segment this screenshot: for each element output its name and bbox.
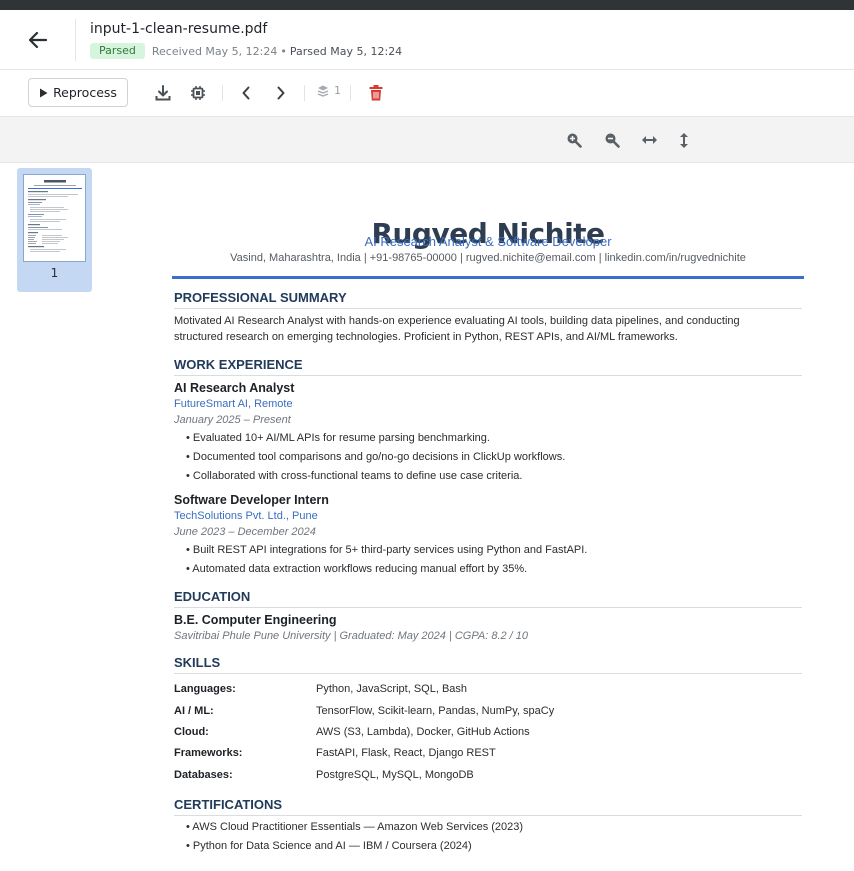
toolbar-separator bbox=[304, 85, 305, 101]
header-divider bbox=[75, 19, 76, 61]
meta-separator: • bbox=[280, 44, 287, 58]
trash-icon bbox=[369, 85, 383, 101]
thumbnail-page-preview bbox=[23, 174, 86, 262]
skill-category: Languages: bbox=[174, 683, 236, 695]
education-details: Savitribai Phule Pune University | Gradu… bbox=[174, 630, 529, 642]
parsed-time: Parsed May 5, 12:24 bbox=[289, 44, 403, 58]
skill-values: PostgreSQL, MySQL, MongoDB bbox=[316, 769, 474, 781]
resume-document: Rugved Nichite AI Research Analyst & Sof… bbox=[172, 165, 804, 871]
section-divider bbox=[174, 375, 802, 376]
reprocess-button[interactable]: Reprocess bbox=[28, 78, 128, 107]
section-title-work: WORK EXPERIENCE bbox=[174, 357, 303, 372]
section-title-education: EDUCATION bbox=[174, 589, 251, 604]
chip-icon bbox=[191, 86, 205, 100]
viewer-controls bbox=[0, 117, 854, 163]
zoom-out-button[interactable] bbox=[602, 130, 622, 150]
received-time: Received May 5, 12:24 bbox=[151, 44, 278, 58]
resume-headline: AI Research Analyst & Software Developer bbox=[364, 234, 612, 249]
delete-button[interactable] bbox=[365, 82, 387, 104]
job-company: TechSolutions Pvt. Ltd., Pune bbox=[174, 510, 318, 522]
skill-values: TensorFlow, Scikit-learn, Pandas, NumPy,… bbox=[316, 705, 555, 717]
chevron-right-icon bbox=[277, 86, 285, 100]
summary-line: Motivated AI Research Analyst with hands… bbox=[174, 315, 740, 327]
certification-item: • AWS Cloud Practitioner Essentials — Am… bbox=[186, 821, 524, 833]
job-company: FutureSmart AI, Remote bbox=[174, 398, 293, 410]
resume-contact: Vasind, Maharashtra, India | +91-98765-0… bbox=[230, 252, 746, 264]
document-header: input-1-clean-resume.pdf Parsed Received… bbox=[0, 10, 854, 70]
next-page-button[interactable] bbox=[270, 82, 292, 104]
job-title: AI Research Analyst bbox=[174, 381, 295, 395]
extract-button[interactable] bbox=[187, 82, 209, 104]
download-button[interactable] bbox=[152, 82, 174, 104]
section-title-skills: SKILLS bbox=[174, 655, 221, 670]
section-divider bbox=[174, 308, 802, 309]
zoom-in-icon bbox=[567, 133, 582, 148]
summary-line: structured research on emerging technolo… bbox=[174, 331, 678, 343]
status-badge: Parsed bbox=[90, 43, 145, 59]
header-rule bbox=[172, 276, 804, 279]
download-icon bbox=[155, 85, 171, 101]
certification-item: • Python for Data Science and AI — IBM /… bbox=[186, 840, 472, 852]
section-title-certifications: CERTIFICATIONS bbox=[174, 797, 283, 812]
job-dates: January 2025 – Present bbox=[174, 414, 291, 426]
thumbnail-page-number: 1 bbox=[50, 266, 59, 280]
zoom-in-button[interactable] bbox=[564, 130, 584, 150]
section-divider bbox=[174, 607, 802, 608]
section-divider bbox=[174, 673, 802, 674]
skill-category: Databases: bbox=[174, 769, 233, 781]
job-bullet: • Built REST API integrations for 5+ thi… bbox=[186, 544, 588, 556]
window-top-strip bbox=[0, 0, 854, 10]
page-count-value: 1 bbox=[334, 84, 341, 97]
file-meta: Parsed Received May 5, 12:24 • Parsed Ma… bbox=[90, 43, 402, 59]
fit-height-button[interactable] bbox=[674, 130, 694, 150]
skill-category: Cloud: bbox=[174, 726, 209, 738]
toolbar-separator bbox=[222, 85, 223, 101]
section-divider bbox=[174, 815, 802, 816]
fit-width-icon bbox=[641, 136, 657, 144]
reprocess-label: Reprocess bbox=[53, 85, 117, 100]
job-title: Software Developer Intern bbox=[174, 493, 329, 507]
education-degree: B.E. Computer Engineering bbox=[174, 613, 337, 627]
job-bullet: • Evaluated 10+ AI/ML APIs for resume pa… bbox=[186, 432, 490, 444]
zoom-out-icon bbox=[605, 133, 620, 148]
skill-values: FastAPI, Flask, React, Django REST bbox=[316, 747, 496, 759]
previous-page-button[interactable] bbox=[235, 82, 257, 104]
job-bullet: • Automated data extraction workflows re… bbox=[186, 563, 528, 575]
back-button[interactable] bbox=[24, 27, 52, 53]
job-bullet: • Collaborated with cross-functional tea… bbox=[186, 470, 523, 482]
arrow-left-icon bbox=[28, 31, 48, 49]
fit-width-button[interactable] bbox=[639, 130, 659, 150]
play-icon bbox=[40, 88, 48, 97]
skill-category: Frameworks: bbox=[174, 747, 243, 759]
toolbar-separator bbox=[350, 85, 351, 101]
skill-category: AI / ML: bbox=[174, 705, 214, 717]
toolbar: Reprocess 1 bbox=[0, 70, 854, 117]
skill-values: AWS (S3, Lambda), Docker, GitHub Actions bbox=[316, 726, 530, 738]
chevron-left-icon bbox=[242, 86, 250, 100]
skill-values: Python, JavaScript, SQL, Bash bbox=[316, 683, 468, 695]
pages-icon bbox=[317, 85, 329, 97]
page-count: 1 bbox=[316, 84, 341, 97]
job-dates: June 2023 – December 2024 bbox=[174, 526, 316, 538]
job-bullet: • Documented tool comparisons and go/no-… bbox=[186, 451, 566, 463]
fit-height-icon bbox=[680, 132, 688, 148]
file-name: input-1-clean-resume.pdf bbox=[90, 21, 268, 37]
page-thumbnail[interactable]: 1 bbox=[17, 168, 92, 292]
section-title-summary: PROFESSIONAL SUMMARY bbox=[174, 290, 347, 305]
